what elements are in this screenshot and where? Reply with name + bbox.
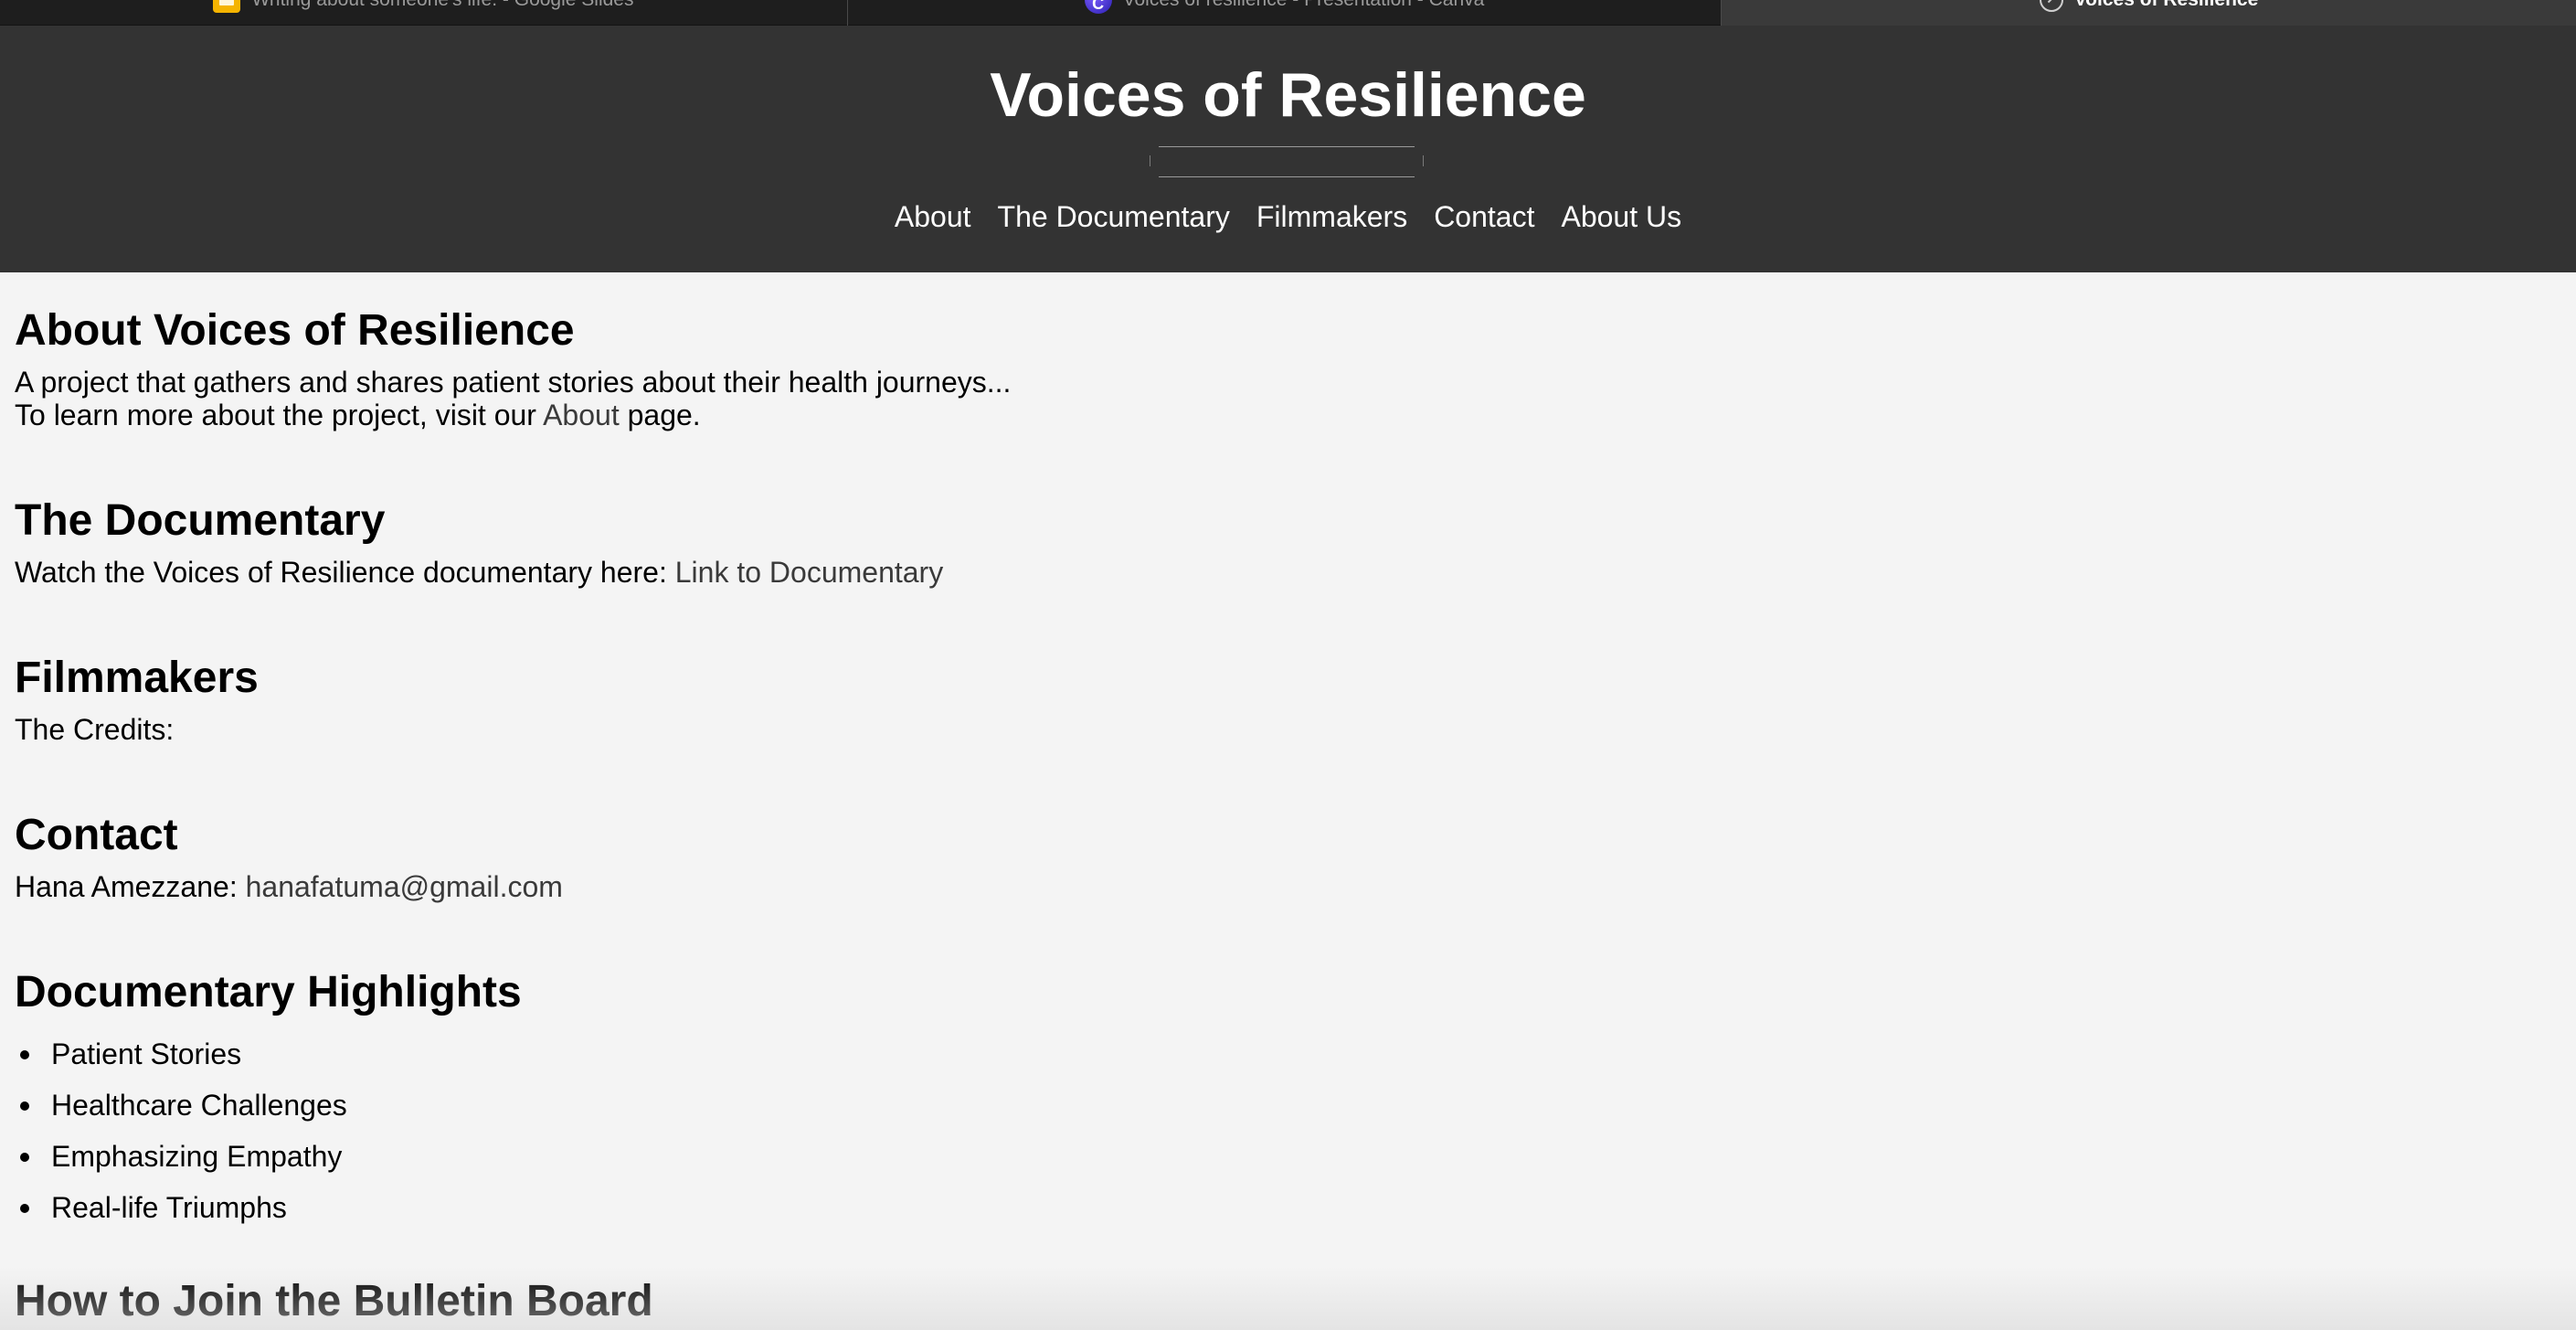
highlights-section: Documentary Highlights Patient Stories H… [15, 967, 522, 1233]
site-header: Voices of Resilience About The Documenta… [0, 26, 2576, 272]
nav-link-documentary[interactable]: The Documentary [998, 199, 1230, 234]
tab-canva[interactable]: C Voices of resilience - Presentation - … [848, 0, 1722, 26]
filmmakers-section: Filmmakers The Credits: [15, 653, 259, 747]
documentary-text: Watch the Voices of Resilience documenta… [15, 556, 675, 590]
tab-title: Voices of Resilience [2074, 0, 2259, 11]
browser-tab-strip: Writing about someone's life. - Google S… [0, 0, 2576, 26]
about-section: About Voices of Resilience A project tha… [15, 305, 1011, 432]
tab-title: Writing about someone's life. - Google S… [251, 0, 633, 11]
about-more-suffix: page. [619, 399, 701, 432]
tab-google-slides[interactable]: Writing about someone's life. - Google S… [0, 0, 848, 26]
list-item: Patient Stories [15, 1028, 522, 1080]
nav-link-about-us[interactable]: About Us [1561, 199, 1681, 234]
bulletin-heading: How to Join the Bulletin Board [15, 1277, 653, 1325]
contact-line: Hana Amezzane: hanafatuma@gmail.com [15, 870, 563, 904]
canva-icon: C [1084, 0, 1112, 14]
tab-voices-of-resilience[interactable]: Voices of Resilience [1722, 0, 2576, 26]
highlights-list: Patient Stories Healthcare Challenges Em… [15, 1028, 522, 1233]
nav-link-about[interactable]: About [895, 199, 971, 234]
compass-icon [2039, 0, 2063, 12]
filmmakers-credits: The Credits: [15, 713, 175, 747]
main-nav: About The Documentary Filmmakers Contact… [0, 199, 2576, 234]
documentary-link[interactable]: Link to Documentary [675, 556, 943, 589]
list-item: Real-life Triumphs [15, 1182, 522, 1233]
documentary-line: Watch the Voices of Resilience documenta… [15, 556, 943, 590]
bulletin-section: How to Join the Bulletin Board [15, 1276, 653, 1326]
site-title: Voices of Resilience [990, 60, 1586, 130]
contact-heading: Contact [15, 811, 178, 859]
about-page-link[interactable]: About [543, 399, 620, 431]
about-description: A project that gathers and shares patien… [15, 366, 1012, 399]
google-slides-icon [213, 0, 241, 13]
list-item: Emphasizing Empathy [15, 1131, 522, 1182]
filmmakers-heading: Filmmakers [15, 654, 259, 702]
nav-link-contact[interactable]: Contact [1434, 199, 1534, 234]
tab-title: Voices of resilience - Presentation - Ca… [1123, 0, 1485, 11]
highlights-heading: Documentary Highlights [15, 968, 522, 1016]
contact-name: Hana Amezzane: [15, 870, 246, 904]
about-heading: About Voices of Resilience [15, 306, 575, 355]
documentary-heading: The Documentary [15, 496, 386, 545]
list-item: Healthcare Challenges [15, 1080, 522, 1131]
about-more-line: To learn more about the project, visit o… [15, 399, 1011, 432]
about-more-prefix: To learn more about the project, visit o… [15, 399, 544, 432]
contact-section: Contact Hana Amezzane: hanafatuma@gmail.… [15, 810, 563, 904]
documentary-section: The Documentary Watch the Voices of Resi… [15, 495, 943, 590]
contact-email-link[interactable]: hanafatuma@gmail.com [246, 870, 563, 903]
header-divider [1150, 146, 1424, 177]
nav-link-filmmakers[interactable]: Filmmakers [1256, 199, 1407, 234]
